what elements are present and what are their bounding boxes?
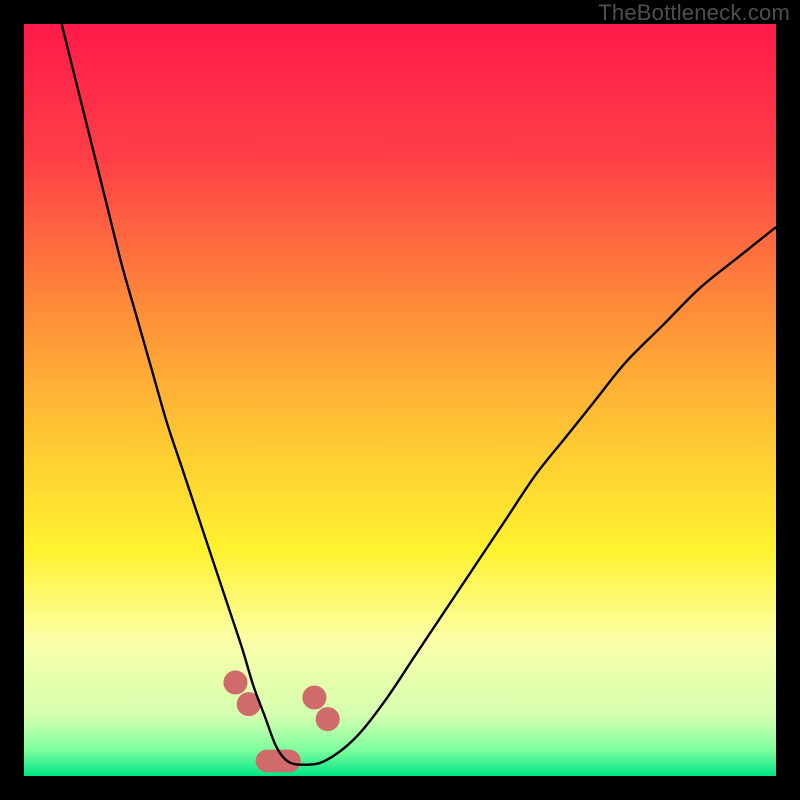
gradient-background xyxy=(24,24,776,776)
marker-dot xyxy=(316,707,340,731)
bottleneck-chart xyxy=(24,24,776,776)
chart-frame: TheBottleneck.com xyxy=(0,0,800,800)
marker-blob xyxy=(256,750,301,773)
marker-dot xyxy=(302,685,326,709)
plot-area xyxy=(24,24,776,776)
marker-dot xyxy=(223,670,247,694)
watermark-text: TheBottleneck.com xyxy=(598,0,790,26)
